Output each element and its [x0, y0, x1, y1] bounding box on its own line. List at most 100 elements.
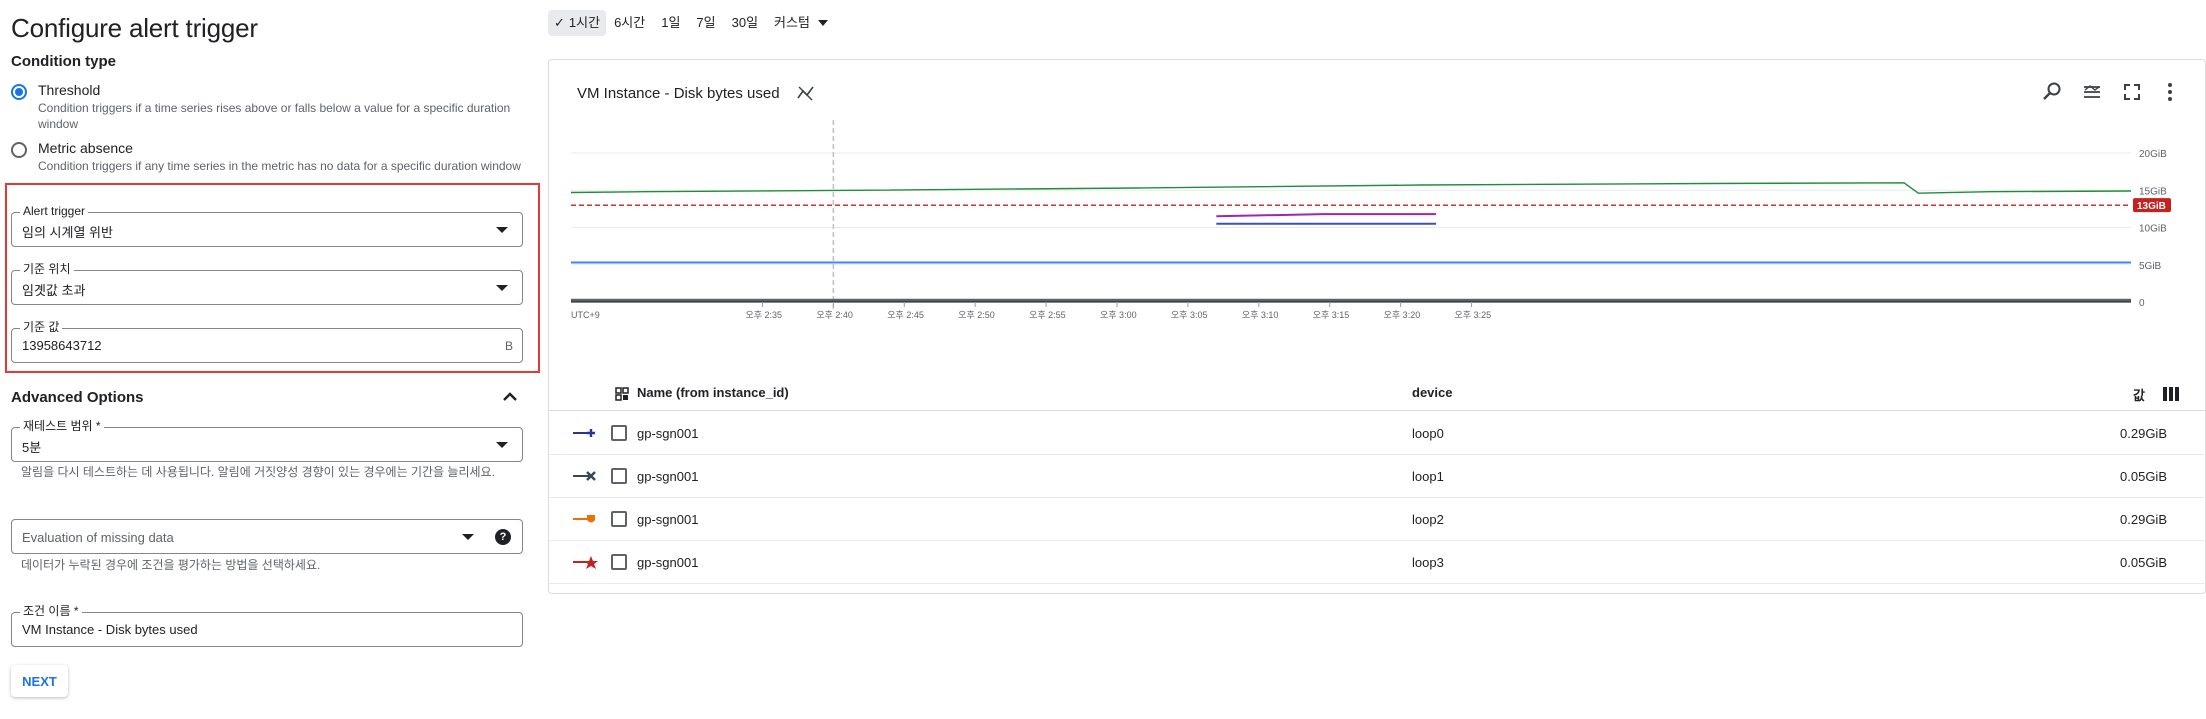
row-value: 0.05GiB — [2120, 469, 2167, 484]
x-tick-label: 오후 2:35 — [745, 310, 782, 320]
metric-absence-description: Condition triggers if any time series in… — [38, 159, 521, 173]
more-vert-icon[interactable] — [2159, 81, 2181, 103]
x-tick-label: 오후 3:15 — [1313, 310, 1350, 320]
table-header: Name (from instance_id) device 값 — [549, 375, 2206, 411]
alert-trigger-label: Alert trigger — [20, 204, 89, 218]
row-checkbox[interactable] — [611, 468, 627, 484]
threshold-position-select[interactable]: 기준 위치 임곗값 초과 — [11, 262, 523, 305]
chevron-up-icon[interactable] — [503, 390, 517, 404]
series-legend-icon — [573, 429, 595, 437]
retest-window-hint: 알림을 다시 테스트하는 데 사용됩니다. 알림에 거짓양성 경향이 있는 경우… — [21, 465, 495, 479]
dropdown-arrow-icon — [496, 442, 508, 448]
time-range-6h[interactable]: 6시간 — [606, 10, 653, 36]
page-title: Configure alert trigger — [11, 13, 258, 43]
time-range-1d[interactable]: 1일 — [653, 10, 688, 36]
column-header-value[interactable]: 값 — [2133, 385, 2145, 404]
time-range-30d[interactable]: 30일 — [724, 10, 766, 36]
series-line — [1216, 213, 1437, 218]
time-range-7d[interactable]: 7일 — [688, 10, 723, 36]
row-checkbox[interactable] — [611, 554, 627, 570]
x-tick-label: 오후 2:40 — [816, 310, 853, 320]
threshold-value-label: 기준 값 — [20, 320, 63, 334]
threshold-label: Threshold — [38, 82, 101, 98]
alert-trigger-value: 임의 시계열 위반 — [22, 225, 113, 240]
x-tick-label: 오후 3:00 — [1100, 310, 1137, 320]
row-value: 0.05GiB — [2120, 555, 2167, 570]
legend-toggle-icon[interactable] — [2081, 81, 2103, 103]
threshold-radio-option[interactable]: Threshold Condition triggers if a time s… — [11, 80, 528, 132]
device-name: loop3 — [1412, 555, 1444, 570]
condition-name-label: 조건 이름 * — [20, 604, 82, 618]
row-checkbox[interactable] — [611, 425, 627, 441]
y-tick-label: 5GiB — [2139, 261, 2162, 272]
y-tick-label: 20GiB — [2139, 149, 2167, 160]
dropdown-arrow-icon — [496, 285, 508, 291]
x-tick-label: 오후 2:50 — [958, 310, 995, 320]
threshold-position-value: 임곗값 초과 — [22, 283, 86, 298]
retest-window-select[interactable]: 재테스트 범위 * 5분 — [11, 419, 523, 462]
advanced-options-title: Advanced Options — [11, 389, 144, 406]
dropdown-arrow-icon — [462, 534, 474, 540]
chart-type-icon[interactable] — [796, 83, 816, 103]
device-name: loop0 — [1412, 426, 1444, 441]
column-settings-icon[interactable] — [2163, 387, 2179, 401]
missing-data-hint: 데이터가 누락된 경우에 조건을 평가하는 방법을 선택하세요. — [21, 558, 321, 572]
zoom-icon[interactable] — [2041, 81, 2063, 103]
row-value: 0.29GiB — [2120, 426, 2167, 441]
series-legend-icon — [573, 471, 596, 481]
y-tick-label: 10GiB — [2139, 224, 2167, 235]
missing-data-select[interactable]: Evaluation of missing data ? — [11, 519, 523, 554]
threshold-label: 13GiB — [2137, 201, 2166, 212]
series-legend-icon — [573, 515, 595, 523]
x-tick-label: 오후 3:05 — [1171, 310, 1208, 320]
table-row[interactable]: gp-sgn001 loop0 0.29GiB — [549, 412, 2206, 455]
chart-card: VM Instance - Disk bytes used 13GiB 20Gi… — [548, 59, 2206, 594]
condition-type-title: Condition type — [11, 53, 116, 70]
instance-name: gp-sgn001 — [637, 426, 699, 441]
y-tick-label: 15GiB — [2139, 186, 2167, 197]
threshold-value-input[interactable]: 기준 값 13958643712 B — [11, 320, 523, 363]
series-line — [570, 182, 2132, 194]
instance-name: gp-sgn001 — [637, 512, 699, 527]
x-tick-label: 오후 3:25 — [1455, 310, 1492, 320]
row-checkbox[interactable] — [611, 511, 627, 527]
chart-title: VM Instance - Disk bytes used — [577, 85, 780, 102]
table-row[interactable]: gp-sgn001 loop3 0.05GiB — [549, 541, 2206, 584]
metric-absence-label: Metric absence — [38, 140, 133, 156]
table-row[interactable]: gp-sgn001 loop1 0.05GiB — [549, 455, 2206, 498]
x-tick-label: 오후 3:10 — [1242, 310, 1279, 320]
alert-trigger-select[interactable]: Alert trigger 임의 시계열 위반 — [11, 204, 523, 247]
next-button[interactable]: NEXT — [11, 665, 68, 697]
device-name: loop2 — [1412, 512, 1444, 527]
missing-data-placeholder: Evaluation of missing data — [22, 530, 174, 545]
time-range-custom[interactable]: 커스텀 — [766, 10, 836, 36]
threshold-value-text: 13958643712 — [22, 338, 102, 353]
x-tick-label: UTC+9 — [571, 310, 600, 320]
row-value: 0.29GiB — [2120, 512, 2167, 527]
column-header-name[interactable]: Name (from instance_id) — [637, 385, 789, 400]
threshold-position-label: 기준 위치 — [20, 262, 74, 276]
time-range-1h[interactable]: ✓ 1시간 — [548, 10, 607, 36]
condition-name-value: VM Instance - Disk bytes used — [22, 622, 198, 637]
instance-name: gp-sgn001 — [637, 555, 699, 570]
x-tick-label: 오후 2:45 — [887, 310, 924, 320]
condition-name-input[interactable]: 조건 이름 * VM Instance - Disk bytes used — [11, 604, 523, 647]
threshold-description: Condition triggers if a time series rise… — [38, 101, 511, 131]
metric-absence-radio[interactable] — [11, 142, 27, 158]
threshold-radio[interactable] — [11, 84, 27, 100]
fullscreen-icon[interactable] — [2121, 81, 2143, 103]
caret-down-icon — [817, 20, 828, 26]
series-legend-icon — [573, 556, 598, 569]
retest-window-label: 재테스트 범위 * — [20, 419, 104, 433]
help-icon[interactable]: ? — [495, 529, 511, 545]
check-icon: ✓ — [554, 15, 565, 30]
retest-window-value: 5분 — [22, 440, 42, 455]
x-tick-label: 오후 3:20 — [1384, 310, 1421, 320]
table-row[interactable]: gp-sgn001 loop2 0.29GiB — [549, 498, 2206, 541]
column-header-device[interactable]: device — [1412, 385, 1452, 400]
instance-name: gp-sgn001 — [637, 469, 699, 484]
device-name: loop1 — [1412, 469, 1444, 484]
group-by-icon[interactable] — [615, 387, 629, 401]
threshold-unit: B — [504, 339, 513, 353]
metric-absence-radio-option[interactable]: Metric absence Condition triggers if any… — [11, 138, 528, 174]
